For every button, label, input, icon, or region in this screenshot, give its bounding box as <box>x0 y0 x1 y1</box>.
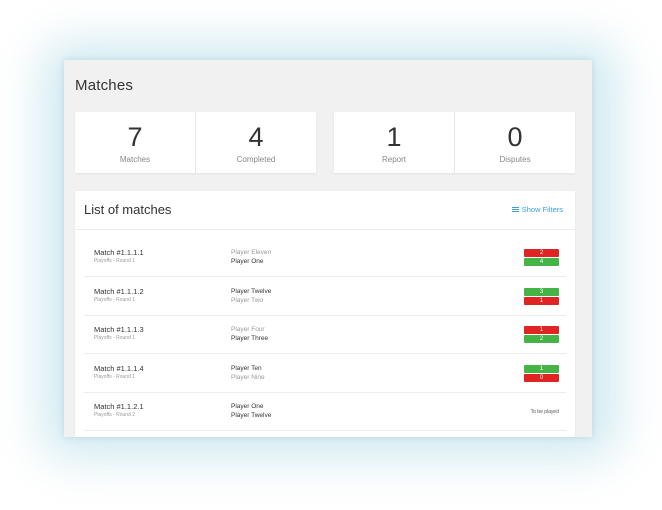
match-row[interactable]: Match #1.1.1.4 Playoffs - Round 1 Player… <box>84 355 566 393</box>
score-badge-loss: 1 <box>524 326 559 335</box>
match-row[interactable]: Match #1.1.2.1 Playoffs - Round 2 Player… <box>84 393 566 432</box>
stat-value: 0 <box>507 122 523 152</box>
player-one-name: Player One <box>231 403 264 411</box>
match-round: Playoffs - Round 1 <box>94 335 136 342</box>
match-name: Match #1.1.1.4 <box>94 363 144 373</box>
stat-report: 1 Report <box>334 112 454 173</box>
player-two-name: Player One <box>231 258 264 265</box>
player-one-name: Player Eleven <box>231 249 272 256</box>
match-list-card: List of matches Show Filters Match #1.1.… <box>75 191 575 437</box>
score-badge-loss: 0 <box>524 373 559 382</box>
player-two-name: Player Three <box>231 335 269 343</box>
match-row[interactable]: Match #1.1.1.3 Playoffs - Round 1 Player… <box>84 316 566 355</box>
match-name: Match #1.1.2.1 <box>94 402 144 412</box>
match-round: Playoffs - Round 2 <box>94 412 136 419</box>
show-filters-button[interactable]: Show Filters <box>511 205 563 214</box>
stat-value: 1 <box>386 122 402 152</box>
score-badge-win: 3 <box>524 287 559 296</box>
score-badge-win: 4 <box>524 258 559 266</box>
show-filters-label: Show Filters <box>521 205 563 214</box>
stat-label: Report <box>381 155 406 164</box>
stat-disputes: 0 Disputes <box>454 112 575 173</box>
match-row[interactable]: Match #1.1.1.2 Playoffs - Round 1 Player… <box>84 278 566 316</box>
stats-card-issues: 1 Report 0 Disputes <box>334 112 575 173</box>
match-name: Match #1.1.1.3 <box>94 325 144 335</box>
match-list: Match #1.1.1.1 Playoffs - Round 1 Player… <box>84 239 566 432</box>
player-two-name: Player Two <box>231 296 264 304</box>
stat-value: 4 <box>248 122 264 152</box>
list-header: List of matches Show Filters <box>75 191 575 230</box>
match-round: Playoffs - Round 1 <box>94 373 136 380</box>
list-title: List of matches <box>84 202 172 217</box>
matches-panel: Matches 7 Matches 4 Completed 1 Report 0… <box>64 60 592 437</box>
stat-completed: 4 Completed <box>195 112 316 173</box>
stat-label: Completed <box>236 155 276 164</box>
stat-matches: 7 Matches <box>75 112 195 173</box>
filter-lines-icon <box>511 206 519 213</box>
player-one-name: Player Four <box>231 326 265 334</box>
player-two-name: Player Nine <box>231 373 265 381</box>
stat-label: Matches <box>119 155 151 164</box>
stats-card-overview: 7 Matches 4 Completed <box>75 112 316 173</box>
match-round: Playoffs - Round 1 <box>94 296 136 303</box>
match-round: Playoffs - Round 1 <box>94 258 136 264</box>
match-status: To be played <box>530 409 559 416</box>
player-one-name: Player Twelve <box>231 287 272 295</box>
stat-value: 7 <box>127 122 143 152</box>
score-badge-loss: 1 <box>524 296 559 305</box>
match-name: Match #1.1.1.2 <box>94 286 144 296</box>
page-title: Matches <box>75 77 134 94</box>
match-row[interactable]: Match #1.1.1.1 Playoffs - Round 1 Player… <box>84 239 566 277</box>
stat-label: Disputes <box>499 155 531 164</box>
player-two-name: Player Twelve <box>231 412 272 420</box>
match-name: Match #1.1.1.1 <box>94 248 144 257</box>
player-one-name: Player Ten <box>231 364 262 372</box>
score-badge-win: 1 <box>524 364 559 373</box>
score-badge-win: 2 <box>524 335 559 344</box>
score-badge-loss: 2 <box>524 249 559 257</box>
